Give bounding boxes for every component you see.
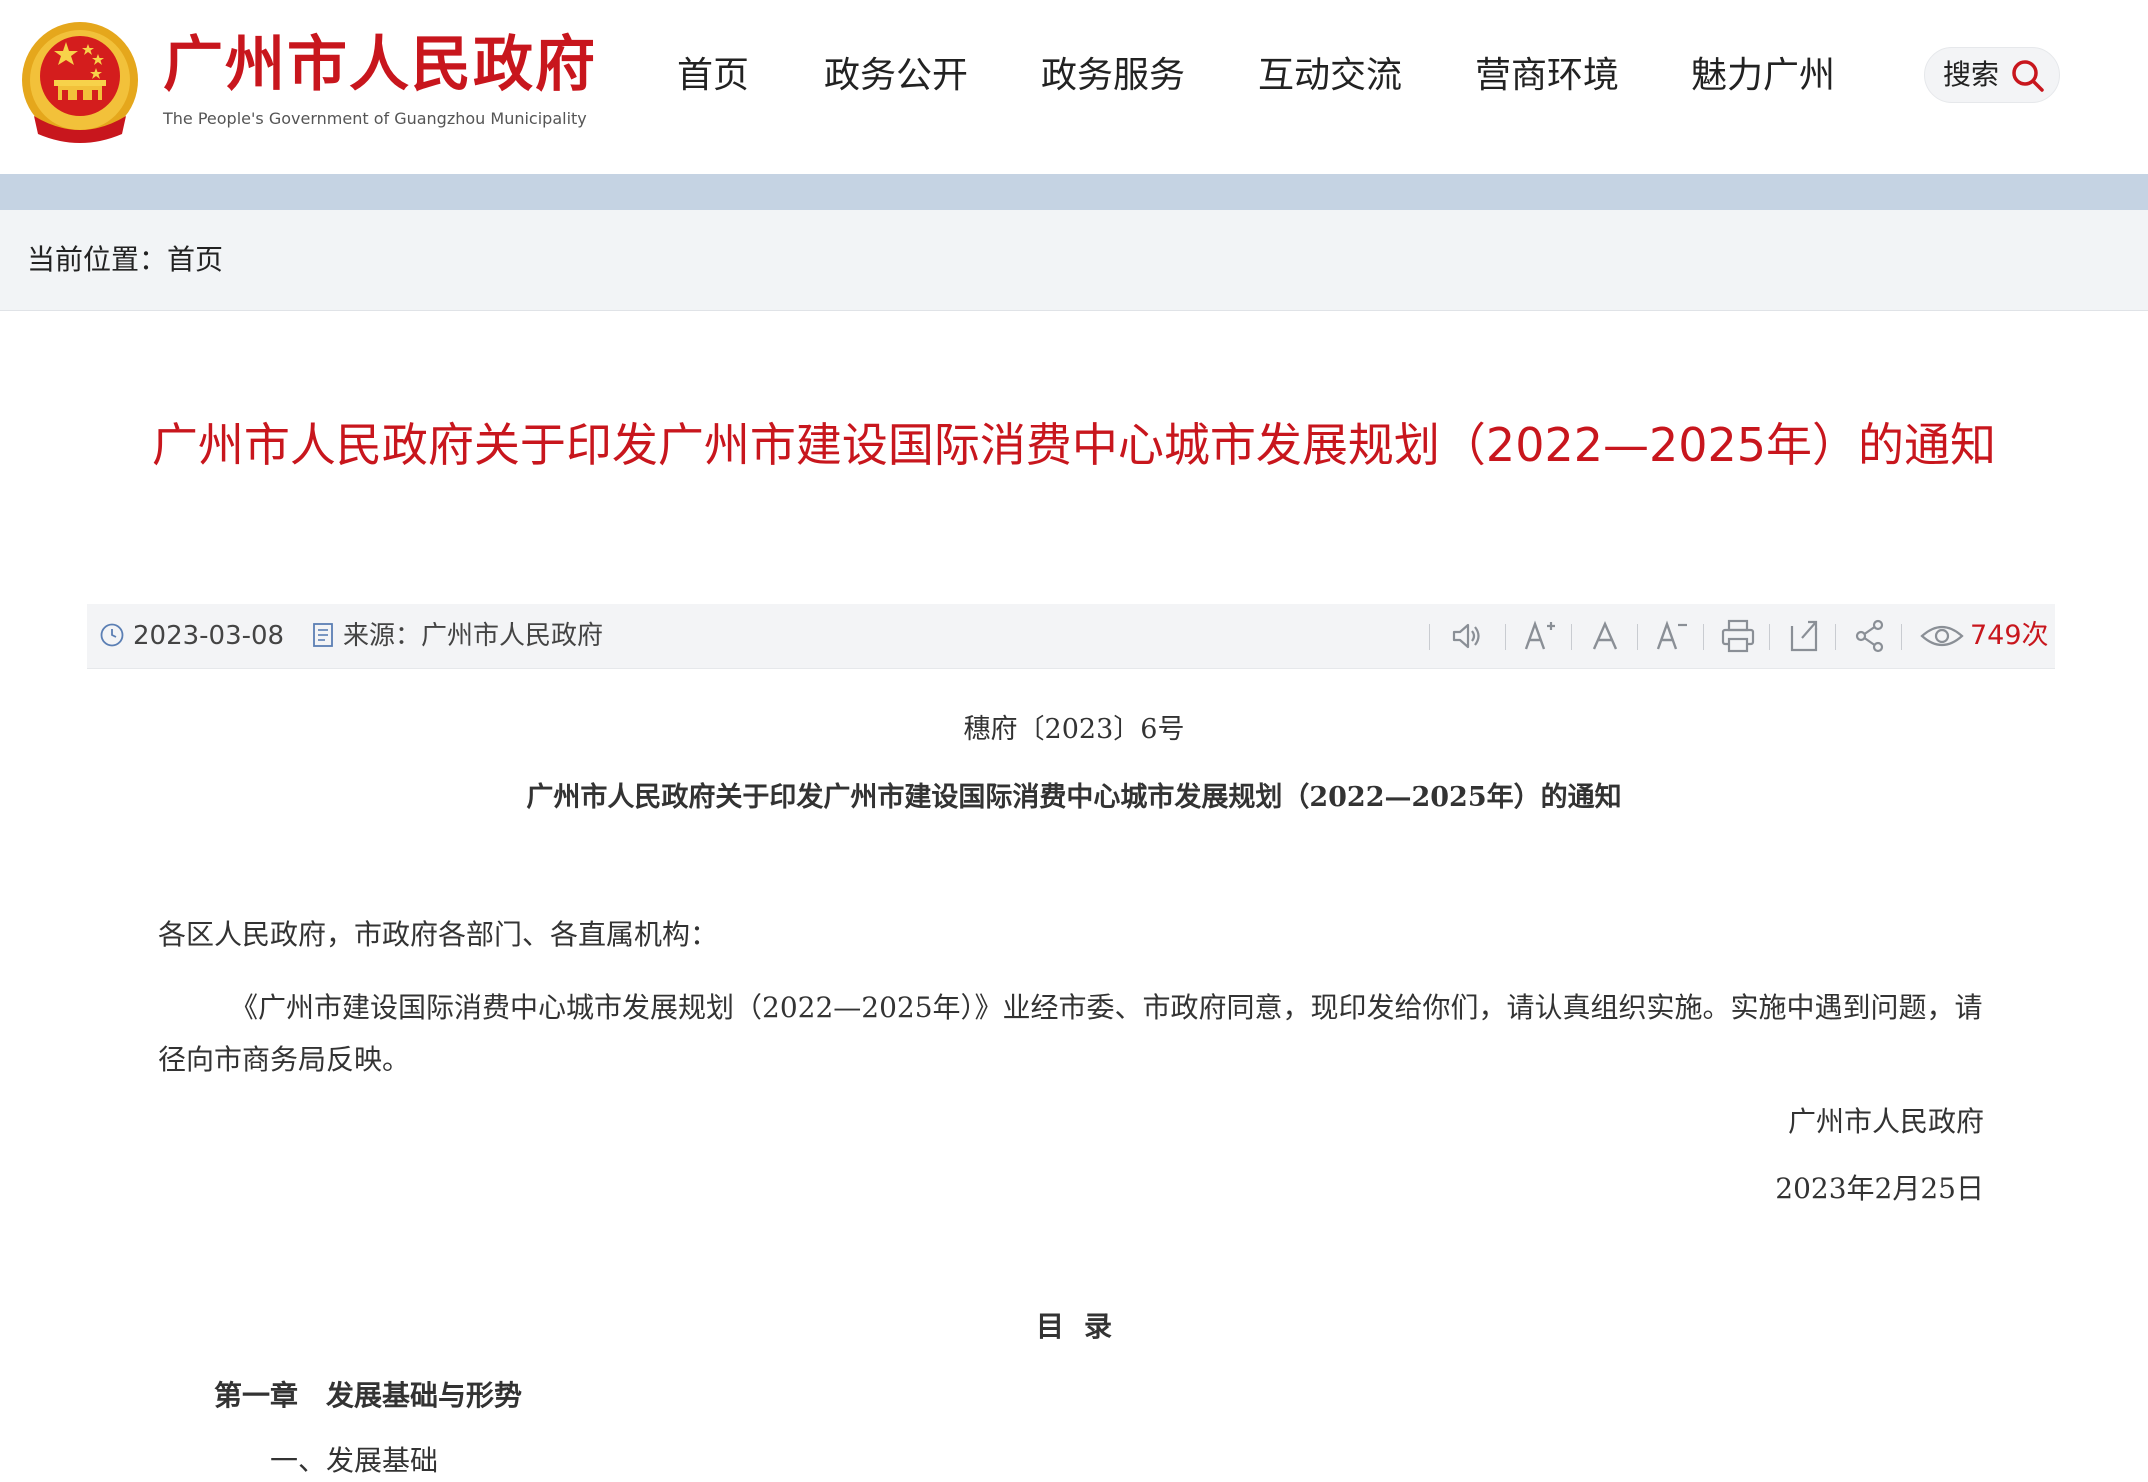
toolbar-divider [1703,624,1704,650]
font-default-button[interactable] [1586,616,1626,656]
document-heading: 广州市人民政府关于印发广州市建设国际消费中心城市发展规划（2022—2025年）… [526,782,1622,813]
toolbar-divider [1901,624,1902,650]
toolbar-divider [1505,624,1506,650]
breadcrumb: 当前位置：首页 [27,240,223,280]
share-icon [1855,619,1884,653]
header-divider-band [0,174,2148,210]
document-icon [313,623,333,647]
share-button[interactable] [1850,616,1890,656]
font-default-icon [1592,621,1618,650]
breadcrumb-home-link[interactable]: 首页 [167,243,223,276]
site-subtitle: The People's Government of Guangzhou Mun… [163,109,587,128]
eye-icon [1920,625,1964,647]
print-icon [1721,619,1755,653]
font-decrease-button[interactable] [1652,616,1692,656]
signer: 广州市人民政府 [1787,1105,1984,1138]
speaker-icon [1452,623,1480,649]
search-icon [2012,60,2044,92]
nav-item-government-services[interactable]: 政务服务 [1041,48,1185,104]
toolbar-divider [1835,624,1836,650]
body-paragraph: 《广州市建设国际消费中心城市发展规划（2022—2025年）》业经市委、市政府同… [158,991,1983,1076]
clock-icon [100,623,124,647]
article-title: 广州市人民政府关于印发广州市建设国际消费中心城市发展规划（2022—2025年）… [151,418,1997,472]
document-number: 穗府〔2023〕6号 [963,714,1185,745]
search-button[interactable]: 搜索 [1924,47,2060,103]
site-header: 广州市人民政府 The People's Government of Guang… [0,0,2148,174]
site-title[interactable]: 广州市人民政府 [163,30,597,100]
share-window-icon [1790,620,1818,652]
toolbar-divider [1429,624,1430,650]
breadcrumb-bar: 当前位置：首页 [0,210,2148,311]
font-decrease-icon [1656,620,1687,650]
read-aloud-button[interactable] [1446,616,1486,656]
font-increase-button[interactable] [1520,616,1560,656]
toolbar-divider [1769,624,1770,650]
nav-item-charming-guangzhou[interactable]: 魅力广州 [1691,48,1835,104]
national-emblem-logo[interactable] [18,20,142,148]
toolbar-divider [1637,624,1638,650]
article-meta-bar: 2023-03-08 来源：广州市人民政府 749次 [87,604,2055,669]
publish-date: 2023-03-08 [133,621,285,651]
share-window-button[interactable] [1784,616,1824,656]
toc-section-1[interactable]: 一、发展基础 [270,1440,438,1482]
article-source: 来源：广州市人民政府 [343,621,604,651]
nav-item-interaction[interactable]: 互动交流 [1258,48,1402,104]
breadcrumb-prefix: 当前位置： [27,243,168,276]
toolbar-divider [1571,624,1572,650]
nav-item-home[interactable]: 首页 [677,48,749,104]
view-count: 749次 [1970,620,2049,651]
sign-date: 2023年2月25日 [1775,1172,1984,1205]
font-increase-icon [1524,620,1555,650]
nav-item-business-environment[interactable]: 营商环境 [1475,48,1619,104]
print-button[interactable] [1718,616,1758,656]
toc-title: 目录 [1035,1310,1132,1343]
search-label: 搜索 [1943,58,2000,91]
toc-chapter-1[interactable]: 第一章 发展基础与形势 [214,1375,522,1417]
nav-item-government-affairs[interactable]: 政务公开 [824,48,968,104]
salutation: 各区人民政府，市政府各部门、各直属机构： [158,918,719,951]
